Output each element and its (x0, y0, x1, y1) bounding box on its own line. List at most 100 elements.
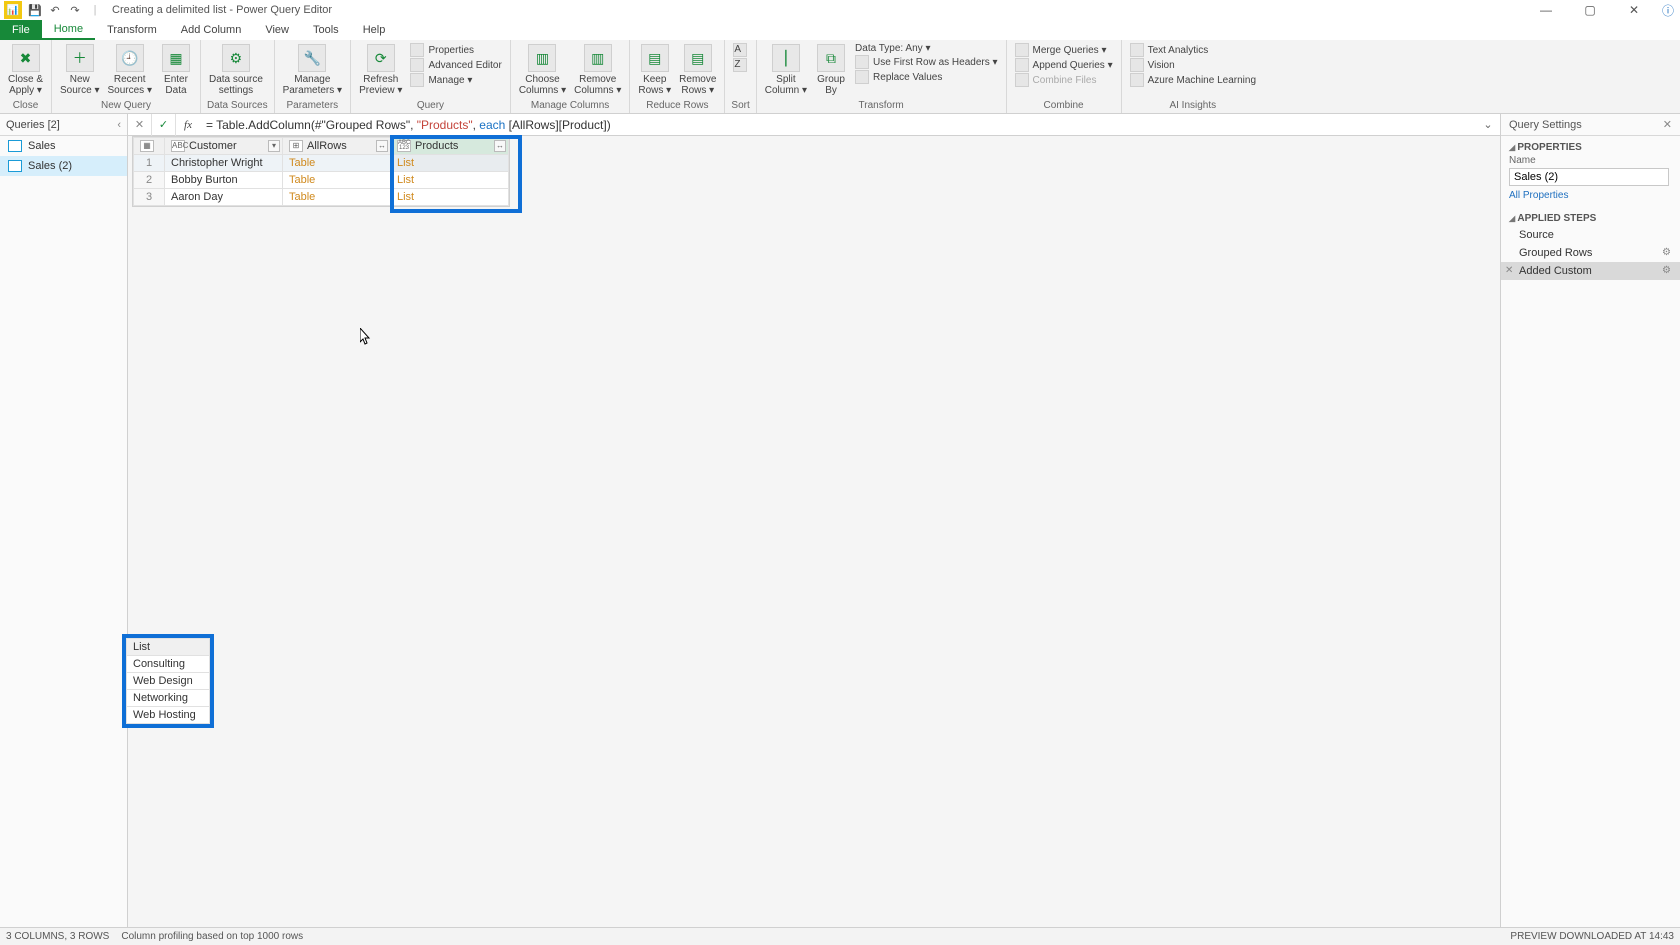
fx-icon[interactable]: fx (176, 119, 200, 131)
table-row[interactable]: 1 Christopher Wright Table List (134, 155, 509, 172)
cell-customer[interactable]: Aaron Day (165, 189, 283, 206)
query-name-input[interactable] (1509, 168, 1669, 186)
remove-rows-button[interactable]: ▤Remove Rows ▾ (677, 42, 718, 98)
step-added-custom[interactable]: ✕Added Custom⚙ (1501, 262, 1680, 280)
formula-commit-icon[interactable]: ✓ (152, 114, 176, 136)
ribbon-tabs: File Home Transform Add Column View Tool… (0, 20, 1680, 40)
merge-queries-button[interactable]: Merge Queries ▾ (1015, 43, 1113, 57)
ribbon-group-label: Parameters (281, 100, 344, 113)
query-item-sales2[interactable]: Sales (2) (0, 156, 127, 176)
formula-text: each (479, 118, 505, 132)
cell-customer[interactable]: Christopher Wright (165, 155, 283, 172)
cell-products[interactable]: List (391, 172, 509, 189)
gear-icon[interactable]: ⚙ (1662, 265, 1674, 277)
list-item[interactable]: Web Hosting (127, 707, 210, 724)
data-grid[interactable]: ▦ ABCCustomer▾ ⊞AllRows↔ ABC123Products↔… (132, 136, 510, 207)
expand-icon[interactable]: ↔ (494, 140, 506, 152)
close-settings-icon[interactable]: ✕ (1663, 118, 1672, 131)
tab-view[interactable]: View (253, 20, 301, 40)
delete-step-icon[interactable]: ✕ (1505, 265, 1513, 276)
gear-icon[interactable]: ⚙ (1662, 247, 1674, 259)
type-table-icon: ⊞ (289, 140, 303, 152)
properties-section-title: PROPERTIES (1501, 136, 1680, 155)
first-row-headers-button[interactable]: Use First Row as Headers ▾ (855, 55, 998, 69)
cell-products[interactable]: List (391, 155, 509, 172)
list-item[interactable]: Networking (127, 690, 210, 707)
formula-input[interactable]: = Table.AddColumn(#"Grouped Rows", "Prod… (200, 118, 1476, 132)
data-type-dropdown[interactable]: Data Type: Any ▾ (855, 43, 998, 54)
advanced-editor-button[interactable]: Advanced Editor (410, 58, 501, 72)
maximize-button[interactable]: ▢ (1568, 0, 1612, 20)
replace-values-button[interactable]: Replace Values (855, 70, 998, 84)
collapse-queries-icon[interactable]: ‹ (117, 119, 121, 131)
undo-icon[interactable]: ↶ (46, 2, 64, 18)
expand-icon[interactable]: ↔ (376, 140, 388, 152)
manage-button[interactable]: Manage ▾ (410, 73, 501, 87)
vision-button[interactable]: Vision (1130, 58, 1256, 72)
query-item-label: Sales (28, 140, 56, 152)
column-header-index[interactable]: ▦ (134, 138, 165, 155)
close-button[interactable]: ✕ (1612, 0, 1656, 20)
data-source-settings-button[interactable]: ⚙Data source settings (207, 42, 265, 98)
step-grouped-rows[interactable]: Grouped Rows⚙ (1501, 244, 1680, 262)
query-item-sales[interactable]: Sales (0, 136, 127, 156)
status-columns-rows: 3 COLUMNS, 3 ROWS (6, 931, 109, 942)
formula-expand-icon[interactable]: ⌄ (1476, 118, 1500, 131)
all-properties-link[interactable]: All Properties (1501, 190, 1680, 207)
list-item[interactable]: Web Design (127, 673, 210, 690)
append-queries-button[interactable]: Append Queries ▾ (1015, 58, 1113, 72)
choose-columns-button[interactable]: ▥Choose Columns ▾ (517, 42, 568, 98)
ribbon-group-label: Sort (731, 100, 749, 113)
save-icon[interactable]: 💾 (26, 2, 44, 18)
column-header-customer[interactable]: ABCCustomer▾ (165, 138, 283, 155)
group-by-button[interactable]: ⧉Group By (813, 42, 849, 98)
table-row[interactable]: 3 Aaron Day Table List (134, 189, 509, 206)
ribbon-group-query: ⟳Refresh Preview ▾ Properties Advanced E… (351, 40, 511, 113)
cell-products[interactable]: List (391, 189, 509, 206)
list-item[interactable]: Consulting (127, 656, 210, 673)
combine-files-button[interactable]: Combine Files (1015, 73, 1113, 87)
remove-columns-button[interactable]: ▥Remove Columns ▾ (572, 42, 623, 98)
tab-help[interactable]: Help (351, 20, 398, 40)
cell-customer[interactable]: Bobby Burton (165, 172, 283, 189)
tab-transform[interactable]: Transform (95, 20, 169, 40)
tab-tools[interactable]: Tools (301, 20, 351, 40)
help-button[interactable]: ⓘ (1656, 0, 1680, 20)
redo-icon[interactable]: ↷ (66, 2, 84, 18)
new-source-button[interactable]: ＋New Source ▾ (58, 42, 101, 98)
formula-cancel-icon[interactable]: ✕ (128, 114, 152, 136)
sort-asc-button[interactable]: A (733, 43, 747, 57)
tab-home[interactable]: Home (42, 20, 95, 40)
applied-steps-list: Source Grouped Rows⚙ ✕Added Custom⚙ (1501, 226, 1680, 280)
step-source[interactable]: Source (1501, 226, 1680, 244)
enter-data-button[interactable]: ▦Enter Data (158, 42, 194, 98)
ribbon-group-new-query: ＋New Source ▾ 🕘Recent Sources ▾ ▦Enter D… (52, 40, 201, 113)
sort-desc-button[interactable]: Z (733, 58, 747, 72)
cell-allrows[interactable]: Table (283, 189, 391, 206)
keep-rows-button[interactable]: ▤Keep Rows ▾ (636, 42, 673, 98)
minimize-button[interactable]: — (1524, 0, 1568, 20)
table-icon (8, 160, 22, 172)
properties-button[interactable]: Properties (410, 43, 501, 57)
split-column-button[interactable]: ⎮Split Column ▾ (763, 42, 809, 98)
ribbon-group-label: Close (6, 100, 45, 113)
filter-icon[interactable]: ▾ (268, 140, 280, 152)
manage-parameters-button[interactable]: 🔧Manage Parameters ▾ (281, 42, 344, 98)
ribbon-group-reduce-rows: ▤Keep Rows ▾ ▤Remove Rows ▾ Reduce Rows (630, 40, 725, 113)
name-field-label: Name (1501, 155, 1680, 166)
cell-allrows[interactable]: Table (283, 155, 391, 172)
tab-file[interactable]: File (0, 20, 42, 40)
tab-add-column[interactable]: Add Column (169, 20, 254, 40)
close-apply-button[interactable]: ✖Close & Apply ▾ (6, 42, 45, 98)
azure-ml-button[interactable]: Azure Machine Learning (1130, 73, 1256, 87)
recent-sources-button[interactable]: 🕘Recent Sources ▾ (106, 42, 154, 98)
status-bar: 3 COLUMNS, 3 ROWS Column profiling based… (0, 927, 1680, 945)
cell-allrows[interactable]: Table (283, 172, 391, 189)
column-header-allrows[interactable]: ⊞AllRows↔ (283, 138, 391, 155)
column-header-label: Products (415, 140, 458, 152)
column-header-products[interactable]: ABC123Products↔ (391, 138, 509, 155)
text-analytics-button[interactable]: Text Analytics (1130, 43, 1256, 57)
refresh-preview-button[interactable]: ⟳Refresh Preview ▾ (357, 42, 404, 98)
ribbon-group-sort: A Z Sort (725, 40, 756, 113)
table-row[interactable]: 2 Bobby Burton Table List (134, 172, 509, 189)
